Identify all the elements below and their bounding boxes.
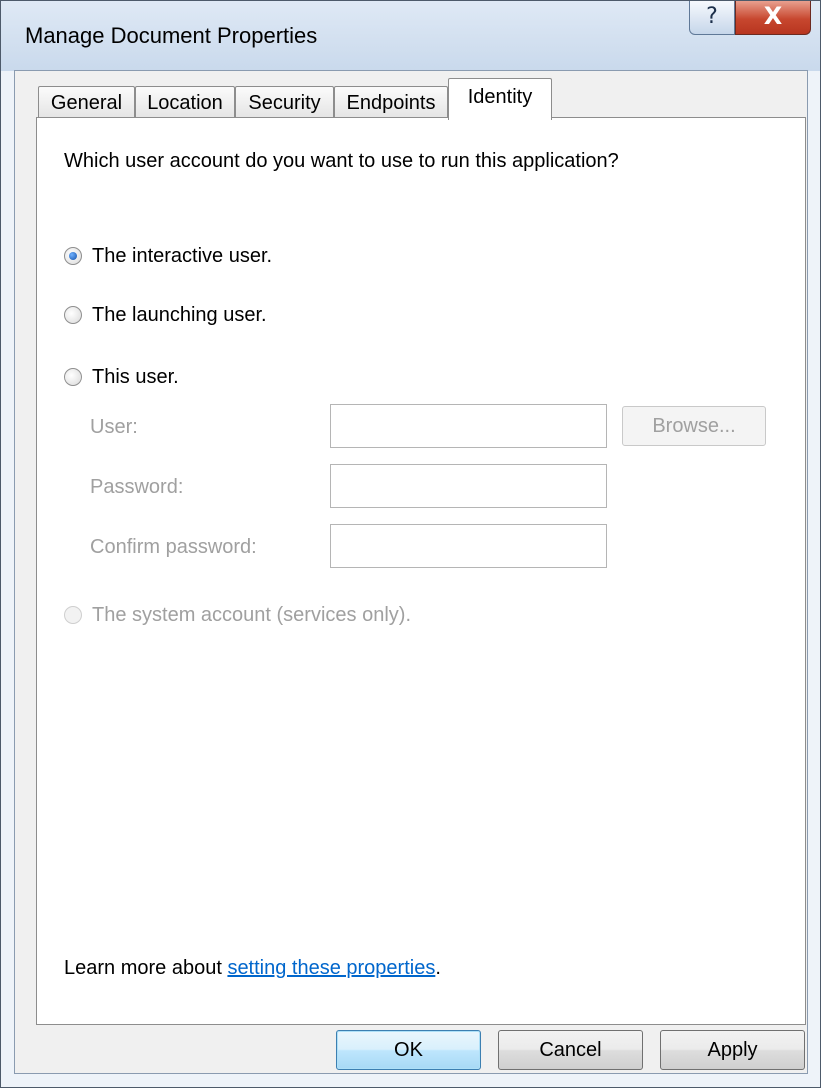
cancel-button[interactable]: Cancel [498,1030,643,1070]
radio-button-disabled [64,606,82,624]
radio-interactive-user[interactable]: The interactive user. [64,243,272,269]
tab-security[interactable]: Security [235,86,334,118]
password-input[interactable] [330,464,607,508]
radio-label: This user. [92,365,179,388]
help-icon: ? [706,4,718,29]
confirm-password-input[interactable] [330,524,607,568]
radio-button[interactable] [64,306,82,324]
radio-button-checked[interactable] [64,247,82,265]
radio-label: The interactive user. [92,244,273,267]
tab-endpoints[interactable]: Endpoints [334,86,448,118]
learn-more-link[interactable]: setting these properties [227,957,435,979]
confirm-password-label: Confirm password: [90,536,257,558]
ok-button[interactable]: OK [336,1030,481,1070]
radio-label: The system account (services only). [92,603,411,626]
learn-more-prefix: Learn more about [64,957,228,979]
close-button[interactable]: X [735,1,811,35]
title-bar: Manage Document Properties ? X [1,1,820,71]
user-label: User: [90,416,138,438]
tab-general[interactable]: General [38,86,135,118]
radio-label: The launching user. [92,303,267,326]
close-icon: X [763,2,783,30]
password-label: Password: [90,476,184,498]
tab-location[interactable]: Location [135,86,235,118]
radio-this-user[interactable]: This user. [64,364,179,390]
window-title: Manage Document Properties [25,23,318,48]
identity-prompt: Which user account do you want to use to… [64,150,619,172]
help-button[interactable]: ? [689,1,735,35]
user-input[interactable] [330,404,607,448]
radio-system-account: The system account (services only). [64,602,411,628]
learn-more-suffix: . [435,957,441,979]
radio-button[interactable] [64,368,82,386]
apply-button[interactable]: Apply [660,1030,805,1070]
radio-launching-user[interactable]: The launching user. [64,302,267,328]
tab-identity[interactable]: Identity [448,78,552,120]
learn-more-text: Learn more about setting these propertie… [64,957,441,980]
browse-button[interactable]: Browse... [622,406,766,446]
